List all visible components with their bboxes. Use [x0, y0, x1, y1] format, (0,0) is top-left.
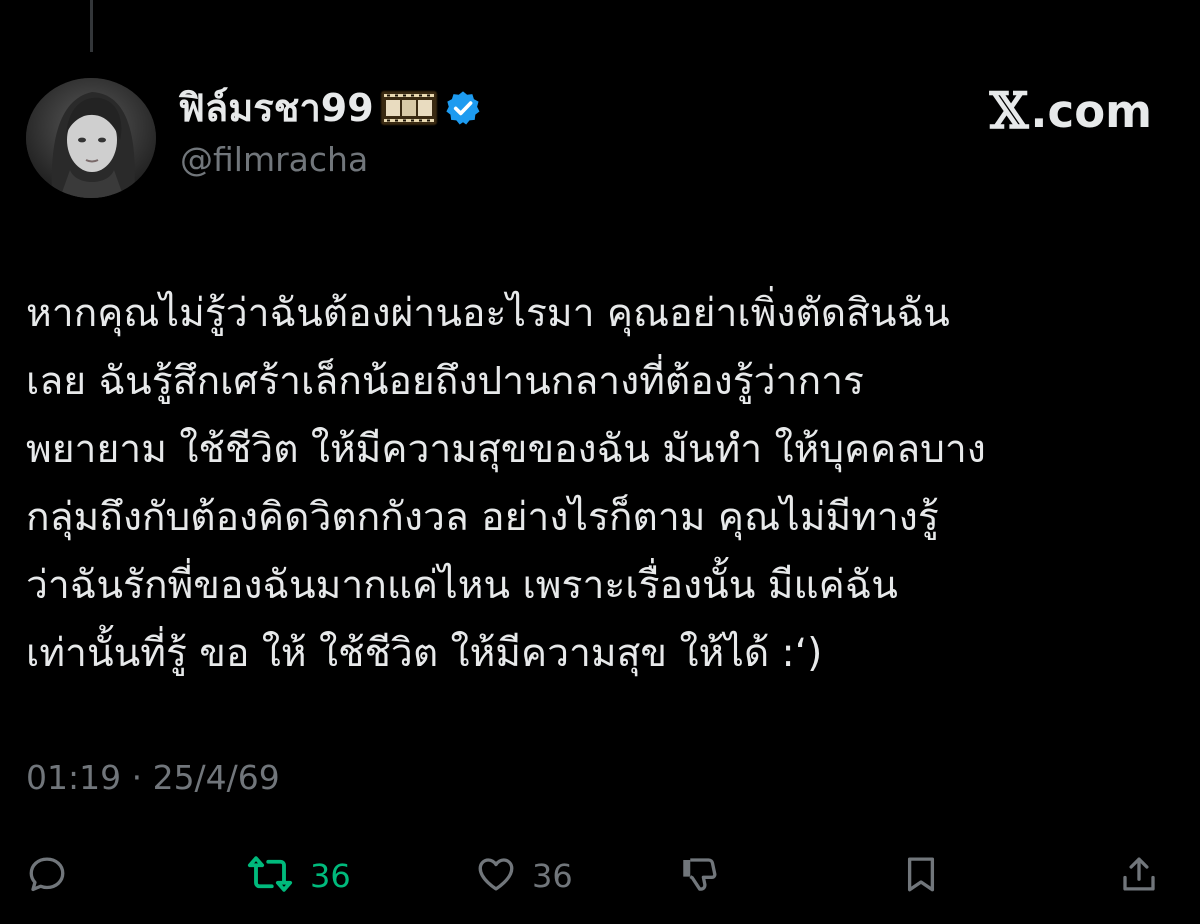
share-icon — [1118, 853, 1160, 899]
action-bar: 36 36 — [0, 848, 1200, 904]
repost-button[interactable]: 36 — [244, 848, 351, 904]
user-handle[interactable]: @filmracha — [180, 140, 368, 179]
bookmark-icon — [900, 853, 942, 899]
dislike-button[interactable] — [678, 848, 720, 904]
tweet-text-line: ว่าฉันรักพี่ของฉันมากแค่ไหน เพราะเรื่องน… — [26, 563, 898, 608]
x-brand-logo: 𝕏 .com — [990, 86, 1152, 136]
bookmark-button[interactable] — [900, 848, 942, 904]
thumbs-down-icon — [678, 853, 720, 899]
like-count: 36 — [532, 857, 573, 895]
avatar[interactable] — [26, 78, 156, 198]
repost-icon — [244, 853, 296, 899]
reply-icon — [26, 853, 68, 899]
brand-domain: .com — [1030, 84, 1152, 138]
display-name-row[interactable]: ฟิล์มรชา99 — [178, 80, 482, 136]
avatar-image — [26, 78, 156, 198]
like-button[interactable]: 36 — [474, 848, 573, 904]
tweet-text-line: เท่านั้นที่รู้ ขอ ให้ ใช้ชีวิต ให้มีความ… — [26, 631, 823, 676]
display-name[interactable]: ฟิล์มรชา99 — [178, 89, 374, 127]
tweet-text-line: หากคุณไม่รู้ว่าฉันต้องผ่านอะไรมา คุณอย่า… — [26, 291, 950, 336]
heart-icon — [474, 853, 518, 899]
share-button[interactable] — [1118, 848, 1160, 904]
reply-button[interactable] — [26, 848, 68, 904]
film-icon — [380, 88, 438, 128]
tweet-text-line: เลย ฉันรู้สึกเศร้าเล็กน้อยถึงปานกลางที่ต… — [26, 359, 864, 404]
repost-count: 36 — [310, 857, 351, 895]
tweet-timestamp[interactable]: 01:19 · 25/4/69 — [26, 758, 280, 797]
thread-connector-line — [90, 0, 93, 52]
tweet-text-line: พยายาม ใช้ชีวิต ให้มีความสุขของฉัน มันทำ… — [26, 427, 986, 472]
tweet-text: หากคุณไม่รู้ว่าฉันต้องผ่านอะไรมา คุณอย่า… — [26, 280, 1146, 688]
x-logo-icon: 𝕏 — [989, 81, 1029, 140]
tweet-text-line: กลุ่มถึงกับต้องคิดวิตกกังวล อย่างไรก็ตาม… — [26, 495, 939, 540]
verified-badge-icon[interactable] — [444, 89, 482, 127]
